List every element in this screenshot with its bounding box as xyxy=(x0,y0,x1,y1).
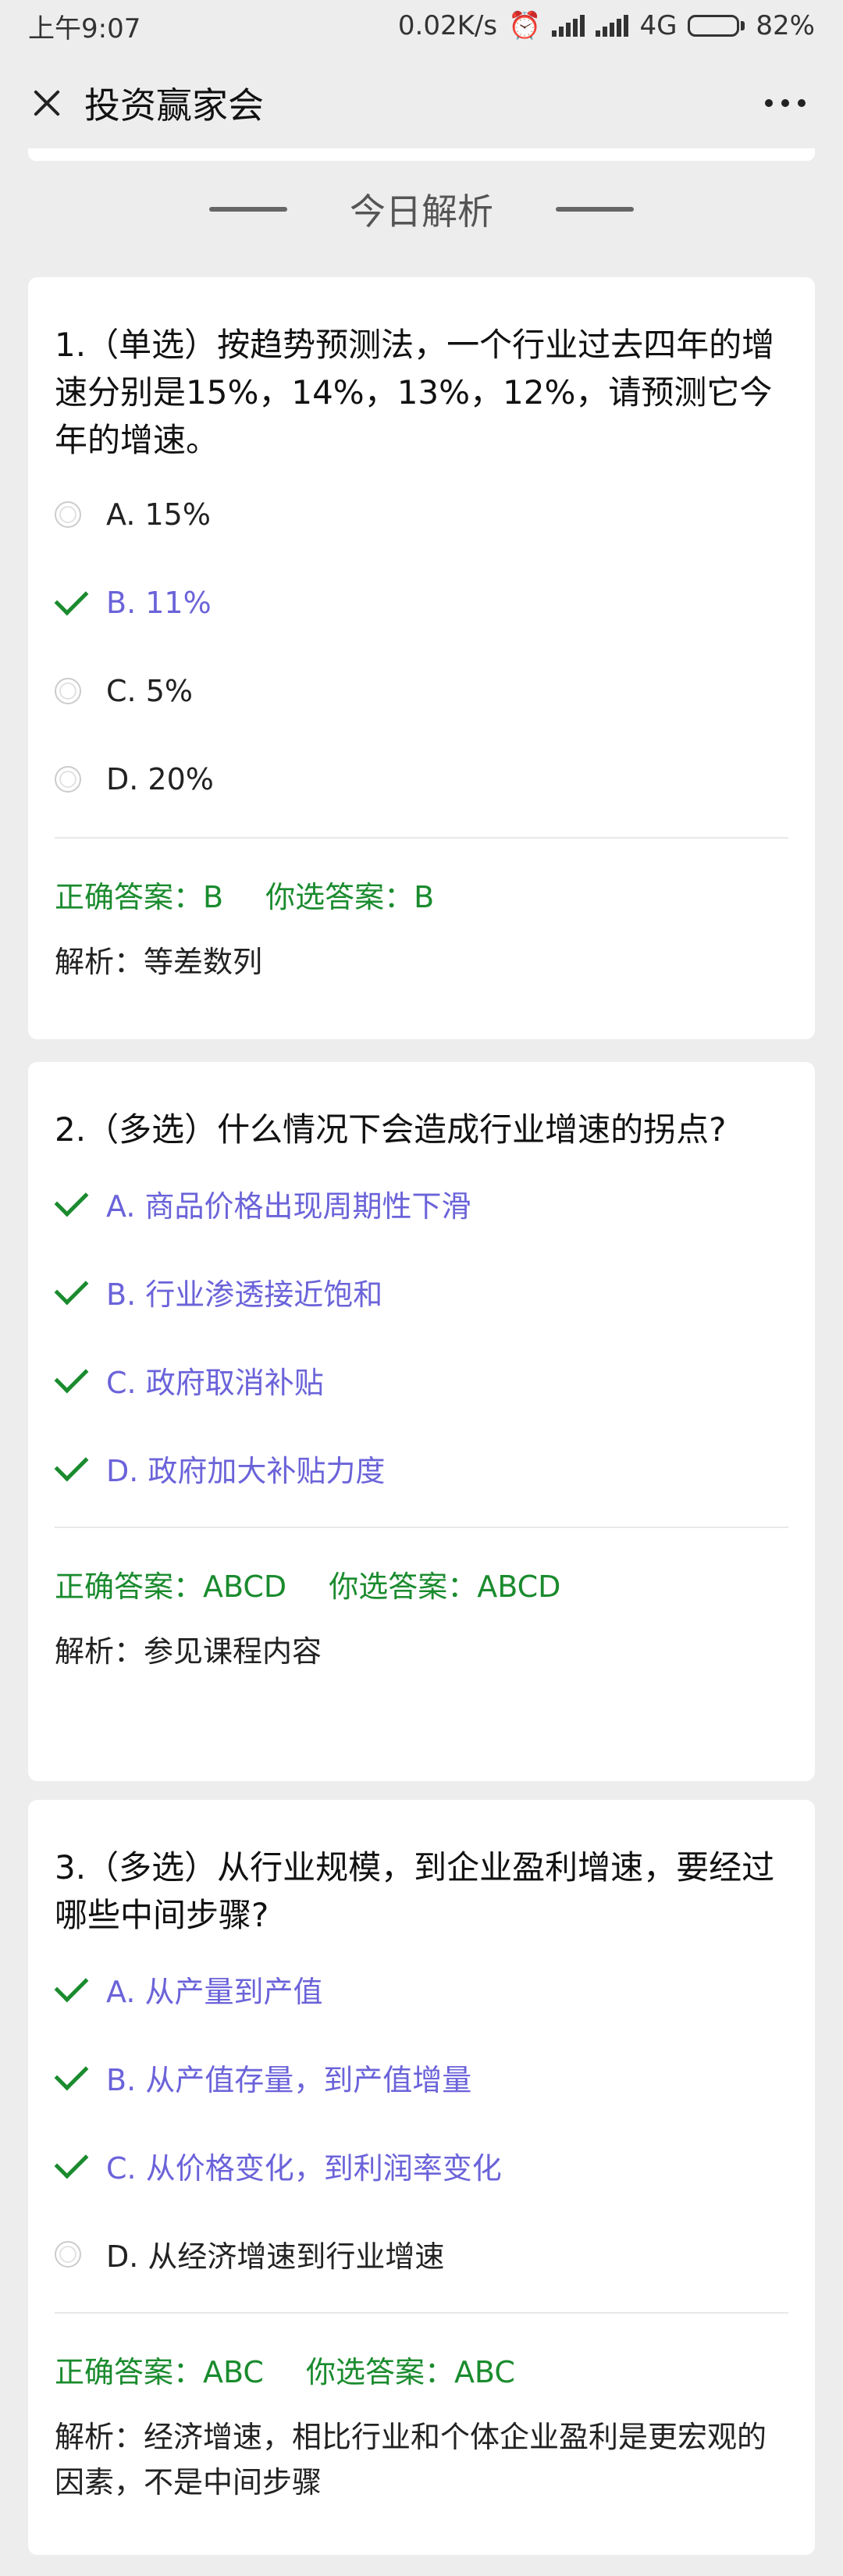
option-label: A. 15% xyxy=(106,497,211,532)
option-b[interactable]: B. 11% xyxy=(54,558,788,647)
network-type: 4G xyxy=(639,10,678,41)
divider-line-right xyxy=(556,207,634,212)
section-header: 今日解析 xyxy=(0,183,843,235)
check-icon xyxy=(54,1270,89,1306)
option-label: C. 5% xyxy=(106,673,193,708)
answer-row: 正确答案：ABC 你选答案：ABC xyxy=(55,2314,788,2391)
analysis-text: 解析：经济增速，相比行业和个体企业盈利是更宏观的因素，不是中间步骤 xyxy=(55,2420,767,2499)
answer-row: 正确答案：B 你选答案：B xyxy=(55,839,788,916)
status-bar: 上午9:07 0.02K/s ⏰ 4G 82% xyxy=(0,0,843,52)
option-d[interactable]: D. 20% xyxy=(55,735,788,823)
question-title: 1.（单选）按趋势预测法，一个行业过去四年的增速分别是15%，14%，13%，1… xyxy=(55,326,775,459)
option-c[interactable]: C. 5% xyxy=(55,647,788,735)
battery-icon xyxy=(688,15,745,37)
check-icon xyxy=(54,2056,89,2091)
option-label: D. 从经济增速到行业增速 xyxy=(106,2239,445,2274)
signal-icon-2 xyxy=(596,15,629,37)
option-label: C. 从价格变化，到利润率变化 xyxy=(106,2151,502,2186)
question-card: 3.（多选）从行业规模，到企业盈利增速，要经过哪些中间步骤? A. 从产量到产值 B… xyxy=(28,1800,815,2555)
option-b[interactable]: B. 从产值存量，到产值增量 xyxy=(54,2033,788,2122)
close-icon[interactable] xyxy=(23,80,70,126)
analysis-text: 解析：等差数列 xyxy=(55,945,263,979)
network-speed: 0.02K/s xyxy=(397,10,498,41)
battery-percent: 82% xyxy=(756,10,815,41)
status-icons: 0.02K/s ⏰ 4G 82% xyxy=(398,10,815,41)
check-icon xyxy=(54,1447,89,1482)
check-icon xyxy=(54,2144,89,2179)
option-label: A. 商品价格出现周期性下滑 xyxy=(106,1189,471,1224)
check-icon xyxy=(54,1359,89,1394)
option-label: C. 政府取消补贴 xyxy=(106,1366,324,1400)
option-label: B. 从产值存量，到产值增量 xyxy=(106,2063,472,2097)
correct-answer: 正确答案：ABC xyxy=(55,2355,264,2389)
previous-card-edge xyxy=(28,148,815,161)
check-icon xyxy=(54,1182,89,1217)
status-time: 上午9:07 xyxy=(28,12,141,45)
option-a[interactable]: A. 商品价格出现周期性下滑 xyxy=(54,1160,788,1248)
analysis-text: 解析：参见课程内容 xyxy=(55,1634,322,1669)
page-title: 投资赢家会 xyxy=(84,84,264,126)
option-a[interactable]: A. 从产量到产值 xyxy=(54,1945,788,2033)
question-card: 1.（单选）按趋势预测法，一个行业过去四年的增速分别是15%，14%，13%，1… xyxy=(28,277,815,1039)
check-icon xyxy=(54,1968,89,2003)
question-title: 3.（多选）从行业规模，到企业盈利增速，要经过哪些中间步骤? xyxy=(55,1848,775,1934)
option-d[interactable]: D. 从经济增速到行业增速 xyxy=(55,2210,788,2298)
radio-icon xyxy=(55,501,81,528)
option-label: A. 从产量到产值 xyxy=(106,1975,323,2009)
your-answer: 你选答案：B xyxy=(265,880,435,914)
radio-icon xyxy=(55,765,81,793)
question-title: 2.（多选）什么情况下会造成行业增速的拐点? xyxy=(55,1110,727,1149)
option-c[interactable]: C. 政府取消补贴 xyxy=(54,1336,788,1424)
option-label: B. 11% xyxy=(106,585,212,620)
your-answer: 你选答案：ABC xyxy=(305,2355,515,2389)
more-icon[interactable] xyxy=(751,99,820,107)
correct-answer: 正确答案：B xyxy=(55,880,224,914)
radio-icon xyxy=(55,2240,81,2268)
option-a[interactable]: A. 15% xyxy=(55,470,788,558)
section-title: 今日解析 xyxy=(350,191,493,233)
option-label: B. 行业渗透接近饱和 xyxy=(106,1277,383,1312)
option-c[interactable]: C. 从价格变化，到利润率变化 xyxy=(54,2122,788,2210)
question-card: 2.（多选）什么情况下会造成行业增速的拐点? A. 商品价格出现周期性下滑 B. 行… xyxy=(28,1062,815,1781)
answer-row: 正确答案：ABCD 你选答案：ABCD xyxy=(55,1528,788,1605)
signal-icon xyxy=(552,15,585,37)
alarm-icon: ⏰ xyxy=(508,10,542,41)
check-icon xyxy=(54,581,89,616)
correct-answer: 正确答案：ABCD xyxy=(55,1569,287,1604)
your-answer: 你选答案：ABCD xyxy=(329,1569,561,1604)
option-b[interactable]: B. 行业渗透接近饱和 xyxy=(54,1248,788,1336)
nav-bar: 投资赢家会 xyxy=(0,52,843,155)
option-d[interactable]: D. 政府加大补贴力度 xyxy=(54,1424,788,1512)
divider-line-left xyxy=(209,207,287,212)
radio-icon xyxy=(55,677,81,704)
option-label: D. 20% xyxy=(106,761,214,796)
option-label: D. 政府加大补贴力度 xyxy=(106,1454,386,1488)
